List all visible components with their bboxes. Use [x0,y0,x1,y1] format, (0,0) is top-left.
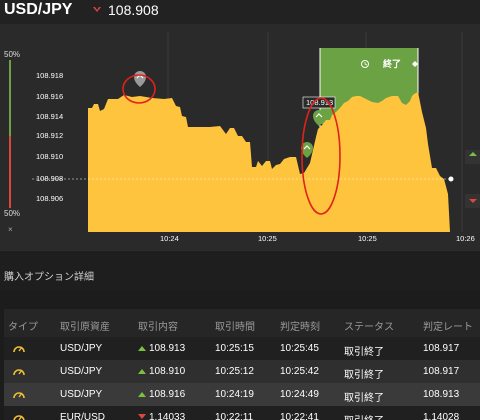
judge-time-cell: 10:24:49 [280,389,319,400]
chart-canvas: 108.918 108.916 108.914 108.912 108.910 … [9,32,480,243]
purchase-options-table: タイプ 取引原資産 取引内容 取引時間 判定時刻 ステータス 判定レート USD… [4,309,480,420]
table-row[interactable]: USD/JPY 108.913 10:25:15 10:25:45 取引終了 108.91… [4,337,480,360]
x-tick-label: 10:24 [160,234,179,243]
y-tick-label: 108.912 [36,131,63,140]
close-icon[interactable]: × [8,225,13,234]
x-tick-label: 10:25 [358,234,377,243]
trade-time-cell: 10:24:19 [215,389,254,400]
status-cell: 取引終了 [344,347,384,358]
y-tick-label: 108.914 [36,112,63,121]
gauge-icon [13,346,25,353]
details-section-header: 購入オプション詳細 [0,250,480,290]
y-tick-label: 108.910 [36,152,63,161]
price-chart[interactable]: 108.918 108.916 108.914 108.912 108.910 … [0,24,480,250]
trade-time-cell: 10:25:12 [215,366,254,377]
y-tick-label: 108.906 [36,194,63,203]
y-tick-label: 108.908 [36,174,63,183]
ratio-high-bar [9,60,11,136]
trade-content-cell: 108.910 [138,366,185,377]
gauge-icon [13,392,25,399]
trade-rate: 1.14033 [149,412,186,420]
gauge-icon [13,369,25,376]
column-header: タイプ [8,322,38,333]
column-header: 取引時間 [215,322,255,333]
asset-cell: EUR/USD [60,412,106,420]
column-header: ステータス [344,322,394,333]
header-bar: USD/JPY 108.908 [0,0,480,24]
end-label: 終了 [383,58,401,69]
judge-rate-cell: 108.917 [423,366,460,377]
x-tick-label: 10:26 [456,234,475,243]
column-header: 取引内容 [138,322,178,333]
status-cell: 取引終了 [344,393,384,404]
trade-content-cell: 1.14033 [138,412,185,420]
ratio-low-label: 50% [4,209,21,218]
buy-low-button[interactable] [465,194,480,208]
column-header: 取引原資産 [60,322,110,333]
asset-cell: USD/JPY [60,366,103,377]
asset-cell: USD/JPY [60,389,103,400]
current-price-dot [448,176,454,182]
down-arrow-icon [138,414,146,420]
status-cell: 取引終了 [344,412,384,420]
y-tick-label: 108.918 [36,71,63,80]
status-cell: 取引終了 [344,370,384,381]
judge-rate-cell: 108.917 [423,343,460,354]
y-tick-label: 108.916 [36,92,63,101]
judge-rate-cell: 108.913 [423,389,460,400]
x-tick-label: 10:25 [258,234,277,243]
currency-pair-title: USD/JPY [4,1,73,18]
details-title: 購入オプション詳細 [4,272,94,283]
table-row[interactable]: USD/JPY 108.916 10:24:19 10:24:49 取引終了 108.91… [4,383,480,406]
up-arrow-icon [138,346,146,352]
gauge-icon [13,415,25,420]
up-arrow-icon [138,392,146,398]
table-row[interactable]: EUR/USD 1.14033 10:22:11 10:22:41 取引終了 1.1402… [4,406,480,420]
trade-content-cell: 108.913 [138,343,185,354]
trade-rate: 108.916 [149,389,186,400]
buy-high-button[interactable] [465,150,480,164]
trade-time-cell: 10:22:11 [215,412,254,420]
ratio-low-bar [9,136,11,208]
table-header: タイプ 取引原資産 取引内容 取引時間 判定時刻 ステータス 判定レート [4,309,480,337]
judge-time-cell: 10:22:41 [280,412,319,420]
current-price: 108.908 [108,2,159,18]
asset-cell: USD/JPY [60,343,103,354]
up-arrow-icon [138,369,146,375]
trade-rate: 108.910 [149,366,186,377]
trade-content-cell: 108.916 [138,389,185,400]
trade-time-cell: 10:25:15 [215,343,254,354]
judge-rate-cell: 1.14028 [423,412,460,420]
table-row[interactable]: USD/JPY 108.910 10:25:12 10:25:42 取引終了 108.91… [4,360,480,383]
judge-time-cell: 10:25:45 [280,343,319,354]
column-header: 判定時刻 [280,322,320,333]
trade-rate: 108.913 [149,343,186,354]
judge-time-cell: 10:25:42 [280,366,319,377]
down-arrow-icon [93,7,101,12]
column-header: 判定レート [423,322,473,333]
ratio-high-label: 50% [4,50,21,59]
